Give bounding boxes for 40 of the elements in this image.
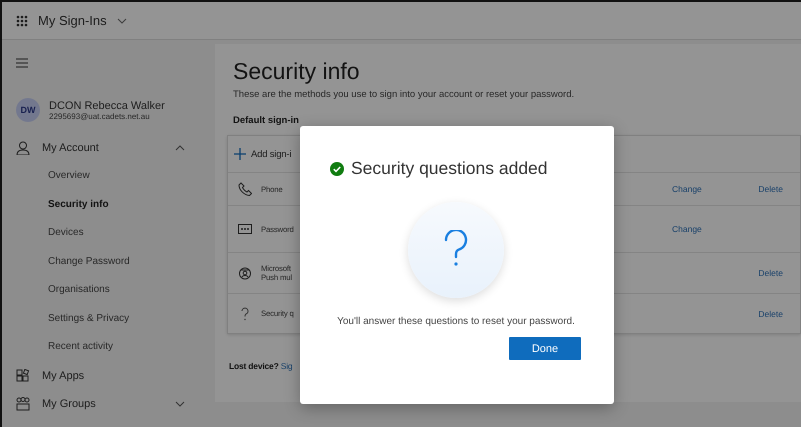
change-link[interactable]: Change [672,224,702,234]
delete-link[interactable]: Delete [758,268,783,278]
phone-icon [238,182,252,196]
sidebar-subitem[interactable]: Recent activity [16,333,213,362]
app-title[interactable]: My Sign-Ins [38,13,107,28]
chevron-down-icon[interactable] [175,400,185,406]
sidebar-item[interactable]: My Apps [42,370,84,382]
sidebar-item[interactable]: My Groups [42,398,96,410]
sidebar-subitem[interactable]: Overview [16,162,213,190]
sidebar-subitem[interactable]: Organisations [16,276,213,304]
delete-link[interactable]: Delete [758,308,783,318]
apps-icon [16,368,30,382]
app-launcher-icon[interactable] [16,14,28,26]
sidebar-subitem[interactable]: Devices [16,219,213,248]
user-email: 2295693@uat.cadets.net.au [49,112,151,120]
chevron-up-icon[interactable] [175,145,185,151]
chevron-down-icon[interactable] [116,18,127,24]
change-link[interactable]: Change [672,184,702,194]
sidebar-item[interactable]: My Account [42,142,99,154]
sidebar-subitem[interactable]: Change Password [16,248,213,276]
people-icon [16,396,30,410]
dialog-title: Security questions added [351,158,548,179]
menu-icon[interactable] [16,58,28,68]
default-method-label: Default sign-in [233,115,300,126]
done-button[interactable]: Done [509,337,581,360]
sign-out-link[interactable]: Sig [280,361,292,371]
lock-face-icon [238,266,252,280]
user-name: DCON Rebecca Walker [49,100,165,112]
page-description: These are the methods you use to sign into your account or reset your password. [233,89,576,100]
page-title: Security info [233,58,361,85]
plus-icon[interactable] [234,148,246,160]
person-icon [16,141,30,155]
sidebar-subitem[interactable]: Settings & Privacy [16,304,213,333]
password-dots-icon [238,222,252,236]
dialog-message: You'll answer these questions to reset your password. [336,316,576,327]
sidebar-subitem[interactable]: Security info [16,190,213,219]
add-method-link[interactable]: Add sign-i [251,148,292,160]
delete-link[interactable]: Delete [758,184,783,194]
avatar: DW [16,98,40,122]
check-circle-icon [330,162,344,176]
